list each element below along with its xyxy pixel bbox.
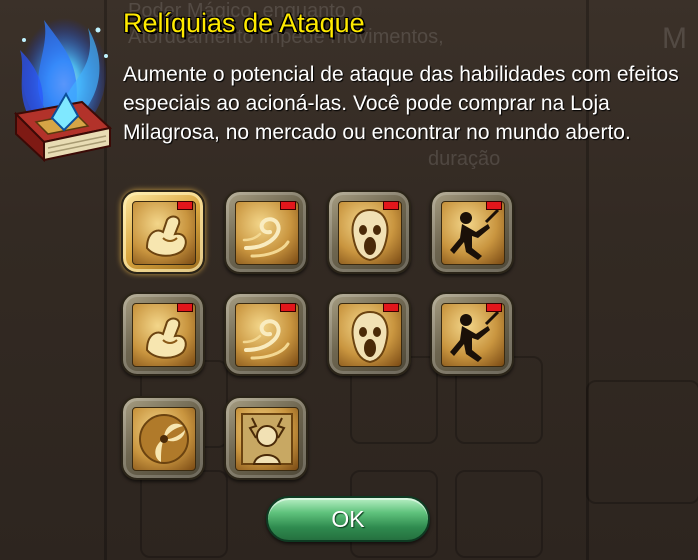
new-indicator-tag [280, 201, 296, 210]
new-indicator-tag [383, 201, 399, 210]
kneeling-swordsman-icon [441, 303, 505, 367]
ok-button[interactable]: OK [266, 496, 430, 542]
relics-info-dialog: Poder Mágico, enquanto o Atordoamento im… [0, 0, 698, 560]
electrified-head-icon [235, 407, 299, 471]
flexed-arm-icon [132, 201, 196, 265]
relic-slot[interactable] [430, 190, 514, 274]
flexed-arm-icon [132, 303, 196, 367]
screaming-ghost-icon [338, 201, 402, 265]
relic-slot[interactable] [121, 190, 205, 274]
relic-slot[interactable] [224, 292, 308, 376]
new-indicator-tag [177, 303, 193, 312]
dialog-title: Relíquias de Ataque [123, 8, 365, 38]
wind-swirl-icon [235, 303, 299, 367]
new-indicator-tag [280, 303, 296, 312]
background-slot [455, 470, 543, 558]
relic-slot[interactable] [224, 190, 308, 274]
new-indicator-tag [486, 303, 502, 312]
relic-slot[interactable] [224, 396, 308, 480]
dialog-description: Aumente o potencial de ataque das habili… [123, 63, 679, 144]
relic-slot[interactable] [121, 396, 205, 480]
background-slot [586, 380, 698, 504]
relic-slot[interactable] [327, 292, 411, 376]
background-text: duração [428, 148, 501, 170]
background-text: M [662, 22, 687, 55]
relic-slot[interactable] [121, 292, 205, 376]
wind-swirl-icon [235, 201, 299, 265]
new-indicator-tag [177, 201, 193, 210]
screaming-ghost-icon [338, 303, 402, 367]
relic-slot[interactable] [430, 292, 514, 376]
blue-flame-spellbook-icon [13, 12, 113, 163]
new-indicator-tag [486, 201, 502, 210]
relic-slot[interactable] [327, 190, 411, 274]
background-slot [140, 470, 228, 558]
spinning-triskele-icon [132, 407, 196, 471]
new-indicator-tag [383, 303, 399, 312]
kneeling-swordsman-icon [441, 201, 505, 265]
